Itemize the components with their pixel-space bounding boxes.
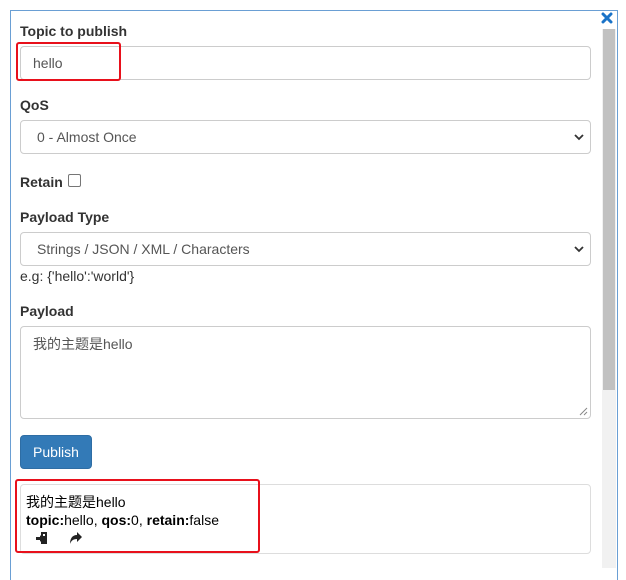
topic-key: topic: <box>26 512 65 528</box>
retain-key: retain: <box>146 512 190 528</box>
qos-select[interactable]: 0 - Almost Once <box>20 120 591 154</box>
message-payload: 我的主题是hello <box>26 494 126 510</box>
qos-value: 0 <box>131 512 139 528</box>
retain-checkbox[interactable] <box>68 174 81 187</box>
payload-textarea[interactable]: 我的主题是hello <box>20 326 591 419</box>
payload-type-select[interactable]: Strings / JSON / XML / Characters <box>20 232 591 266</box>
qos-label: QoS <box>20 97 49 113</box>
resize-grip-icon[interactable] <box>579 407 588 416</box>
chevron-down-icon <box>574 246 584 253</box>
publish-button[interactable]: Publish <box>20 435 92 469</box>
chevron-down-icon <box>574 134 584 141</box>
topic-value: hello <box>64 512 94 528</box>
separator: , <box>138 512 147 528</box>
retain-label: Retain <box>20 174 63 190</box>
payload-label: Payload <box>20 303 74 319</box>
payload-text: 我的主题是hello <box>33 336 133 352</box>
share-arrow-icon[interactable] <box>69 531 83 545</box>
qos-select-value: 0 - Almost Once <box>37 129 137 145</box>
close-icon[interactable] <box>601 12 613 24</box>
topic-label: Topic to publish <box>20 23 128 39</box>
received-message: 我的主题是hello topic:hello, qos:0, retain:fa… <box>20 484 591 554</box>
scrollbar[interactable] <box>602 29 616 568</box>
scrollbar-thumb[interactable] <box>603 29 615 390</box>
republish-icon[interactable] <box>35 531 49 545</box>
retain-value: false <box>189 512 219 528</box>
topic-input[interactable]: hello <box>20 46 591 80</box>
message-meta: topic:hello, qos:0, retain:false <box>26 512 219 528</box>
qos-key: qos: <box>101 512 132 528</box>
payload-type-hint: e.g: {'hello':'world'} <box>20 268 135 284</box>
payload-type-value: Strings / JSON / XML / Characters <box>37 241 250 257</box>
payload-type-label: Payload Type <box>20 209 110 225</box>
